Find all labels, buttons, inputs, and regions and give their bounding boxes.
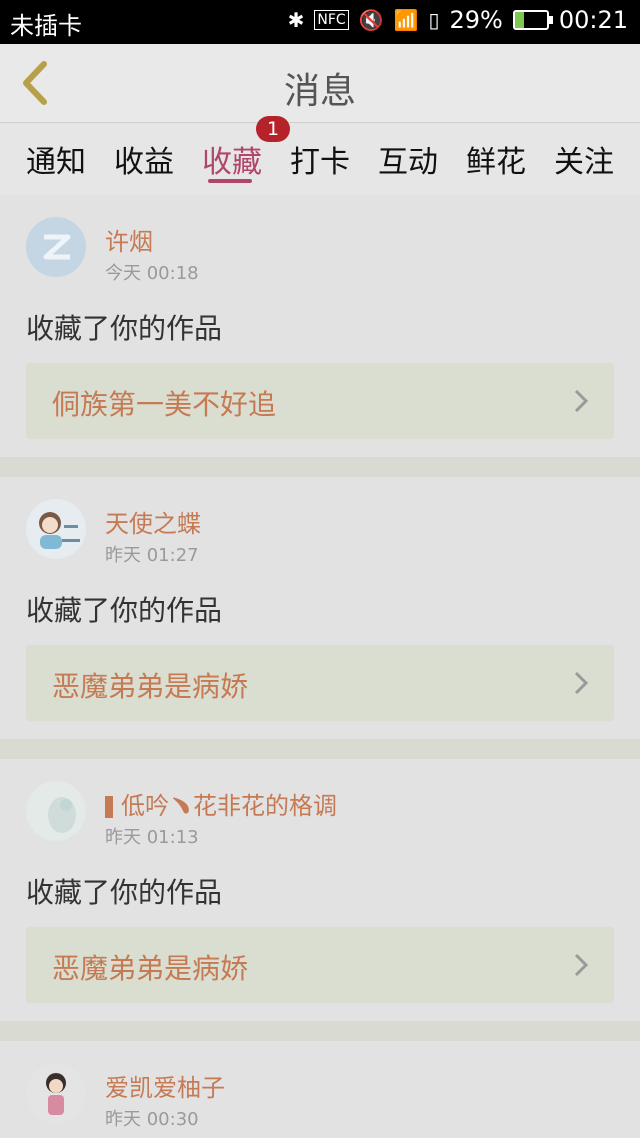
tab-bar: 通知 收益 收藏 打卡 互动 鲜花 关注 (0, 123, 640, 195)
boy-avatar[interactable] (26, 1063, 86, 1123)
chevron-right-icon (574, 389, 589, 413)
work-link[interactable]: 侗族第一美不好追 (26, 363, 614, 439)
chevron-right-icon (574, 671, 589, 695)
username[interactable]: 低吟﹅花非花的格调 (105, 786, 337, 821)
header: 消息 (0, 44, 640, 123)
tab-checkin[interactable]: 打卡 (290, 137, 350, 181)
page-title: 消息 (283, 71, 356, 112)
wifi-icon: 📶 (393, 8, 419, 32)
work-title: 恶魔弟弟是病娇 (52, 952, 249, 985)
timestamp: 昨天 00:30 (105, 1109, 199, 1130)
notification-item: 低吟﹅花非花的格调 昨天 01:13 收藏了你的作品 恶魔弟弟是病娇 (0, 759, 640, 1021)
tab-follow[interactable]: 关注 (554, 137, 614, 181)
username-marker (105, 796, 113, 818)
mute-icon: 🔇 (358, 8, 384, 32)
work-title: 恶魔弟弟是病娇 (52, 670, 249, 703)
timestamp: 今天 00:18 (105, 263, 199, 284)
action-text: 收藏了你的作品 (26, 594, 223, 627)
active-tab-indicator (208, 179, 252, 183)
battery-icon (512, 10, 553, 30)
work-link[interactable]: 恶魔弟弟是病娇 (26, 927, 614, 1003)
username-text: 低吟﹅花非花的格调 (121, 792, 337, 820)
nfc-icon: NFC (314, 10, 349, 30)
tab-flowers[interactable]: 鲜花 (466, 137, 526, 181)
timestamp: 昨天 01:27 (105, 545, 199, 566)
tab-notice[interactable]: 通知 (26, 137, 86, 181)
battery-percent: 29% (449, 6, 503, 34)
tab-interaction[interactable]: 互动 (378, 137, 438, 181)
divider (0, 739, 640, 759)
work-link[interactable]: 恶魔弟弟是病娇 (26, 645, 614, 721)
battery-fill (514, 12, 525, 28)
bluetooth-icon: ✱ (287, 8, 305, 32)
carrier-label: 未插卡 (10, 12, 82, 40)
action-text: 收藏了你的作品 (26, 876, 223, 909)
unread-badge: 1 (256, 116, 290, 142)
tab-earnings[interactable]: 收益 (114, 137, 174, 181)
clock: 00:21 (558, 6, 628, 34)
girl-avatar[interactable] (26, 499, 86, 559)
username[interactable]: 许烟 (105, 222, 153, 257)
notification-item: 许烟 今天 00:18 收藏了你的作品 侗族第一美不好追 (0, 195, 640, 457)
timestamp: 昨天 01:13 (105, 827, 199, 848)
tab-favorites[interactable]: 收藏 (202, 137, 262, 181)
username[interactable]: 爱凯爱柚子 (105, 1068, 225, 1103)
status-bar: 未插卡 ✱ NFC 🔇 📶 ▯ 29% 00:21 (0, 0, 640, 44)
divider (0, 457, 640, 477)
notification-item: 爱凯爱柚子 昨天 00:30 (0, 1041, 640, 1138)
work-title: 侗族第一美不好追 (52, 388, 277, 421)
action-text: 收藏了你的作品 (26, 312, 223, 345)
pale-avatar[interactable] (26, 781, 86, 841)
username[interactable]: 天使之蝶 (105, 504, 201, 539)
notification-item: 天使之蝶 昨天 01:27 收藏了你的作品 恶魔弟弟是病娇 (0, 477, 640, 739)
status-icons: ✱ NFC 🔇 📶 ▯ 29% 00:21 (288, 6, 628, 34)
chevron-right-icon (574, 953, 589, 977)
divider (0, 1021, 640, 1041)
sim-icon: ▯ (428, 8, 440, 32)
default-avatar-icon[interactable] (26, 217, 86, 277)
